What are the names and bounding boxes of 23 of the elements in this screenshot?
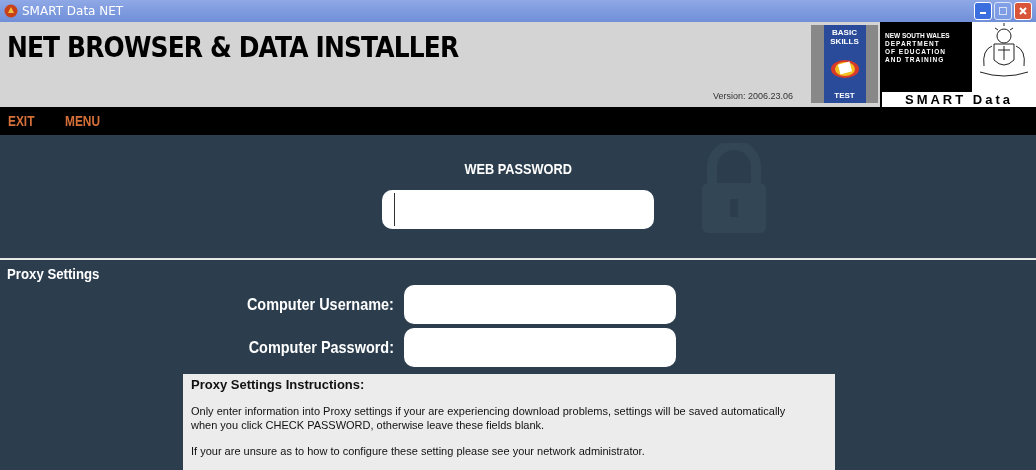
field-label: Computer Password: xyxy=(248,337,394,358)
field-label: WEB PASSWORD xyxy=(464,160,572,177)
maximize-icon xyxy=(999,7,1007,15)
app-title: NET BROWSER & DATA INSTALLER xyxy=(5,29,460,64)
web-password-field[interactable] xyxy=(382,190,654,229)
close-icon xyxy=(1019,7,1027,15)
maximize-button[interactable] xyxy=(994,2,1012,20)
minimize-button[interactable] xyxy=(974,2,992,20)
input-field[interactable] xyxy=(404,328,676,367)
menu-item[interactable]: EXIT xyxy=(8,113,35,129)
app-icon xyxy=(4,4,18,18)
section-heading: Proxy Settings xyxy=(6,264,100,282)
input-field[interactable] xyxy=(404,285,676,324)
basic-skills-logo: BASIC SKILLS TEST xyxy=(823,25,866,103)
version-text: Version: 2006.23.06 xyxy=(712,91,793,101)
product-name: SMART Data xyxy=(882,92,1036,107)
window-title: SMART Data NET xyxy=(22,4,124,18)
instructions-title: Proxy Settings Instructions: xyxy=(191,377,366,392)
menu-item[interactable]: MENU xyxy=(65,113,101,129)
instructions-text: Only enter information into Proxy settings if your are experiencing download problems, settings will be saved automatically when you click CHECK PASSWORD, otherwise leave these fields blank. xyxy=(191,404,787,432)
field-label: Computer Username: xyxy=(247,294,394,315)
close-button[interactable] xyxy=(1014,2,1032,20)
instructions-text: If your are unsure as to how to configure these setting please see your network administrator. xyxy=(191,444,646,458)
